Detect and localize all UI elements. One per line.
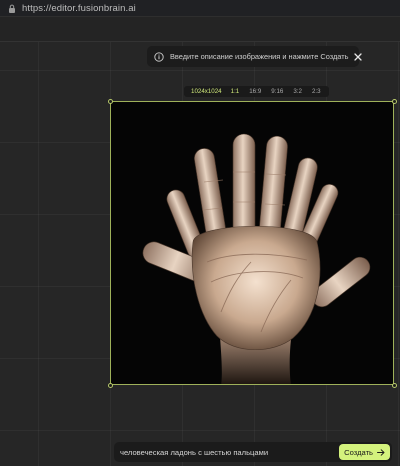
- ratio-option-16-9[interactable]: 16:9: [244, 86, 266, 97]
- image-size-label: 1024x1024: [191, 88, 222, 95]
- close-icon[interactable]: [354, 49, 363, 65]
- resize-handle-top-right[interactable]: [392, 99, 397, 104]
- toast-text: Введите описание изображения и нажмите С…: [170, 52, 349, 61]
- arrow-right-icon: [377, 448, 385, 456]
- ratio-option-9-16[interactable]: 9:16: [266, 86, 288, 97]
- resize-handle-top-left[interactable]: [108, 99, 113, 104]
- hint-toast: Введите описание изображения и нажмите С…: [147, 46, 363, 67]
- generated-image-frame[interactable]: [110, 101, 394, 385]
- hand-image: [111, 102, 393, 384]
- info-icon: [153, 51, 164, 62]
- create-button[interactable]: Создать: [339, 444, 390, 460]
- resize-handle-bottom-right[interactable]: [392, 383, 397, 388]
- aspect-ratio-selector: 1024x1024 1:1 16:9 9:16 3:2 2:3: [184, 86, 329, 97]
- ratio-option-3-2[interactable]: 3:2: [288, 86, 307, 97]
- ratio-option-1-1[interactable]: 1:1: [226, 86, 245, 97]
- prompt-bar: Создать: [114, 442, 392, 462]
- browser-address-bar: https://editor.fusionbrain.ai: [0, 0, 400, 17]
- url-text[interactable]: https://editor.fusionbrain.ai: [22, 3, 136, 14]
- resize-handle-bottom-left[interactable]: [108, 383, 113, 388]
- app-header: [0, 17, 400, 42]
- prompt-input[interactable]: [120, 442, 340, 462]
- lock-icon: [6, 2, 18, 14]
- create-button-label: Создать: [344, 447, 373, 457]
- ratio-option-2-3[interactable]: 2:3: [307, 86, 326, 97]
